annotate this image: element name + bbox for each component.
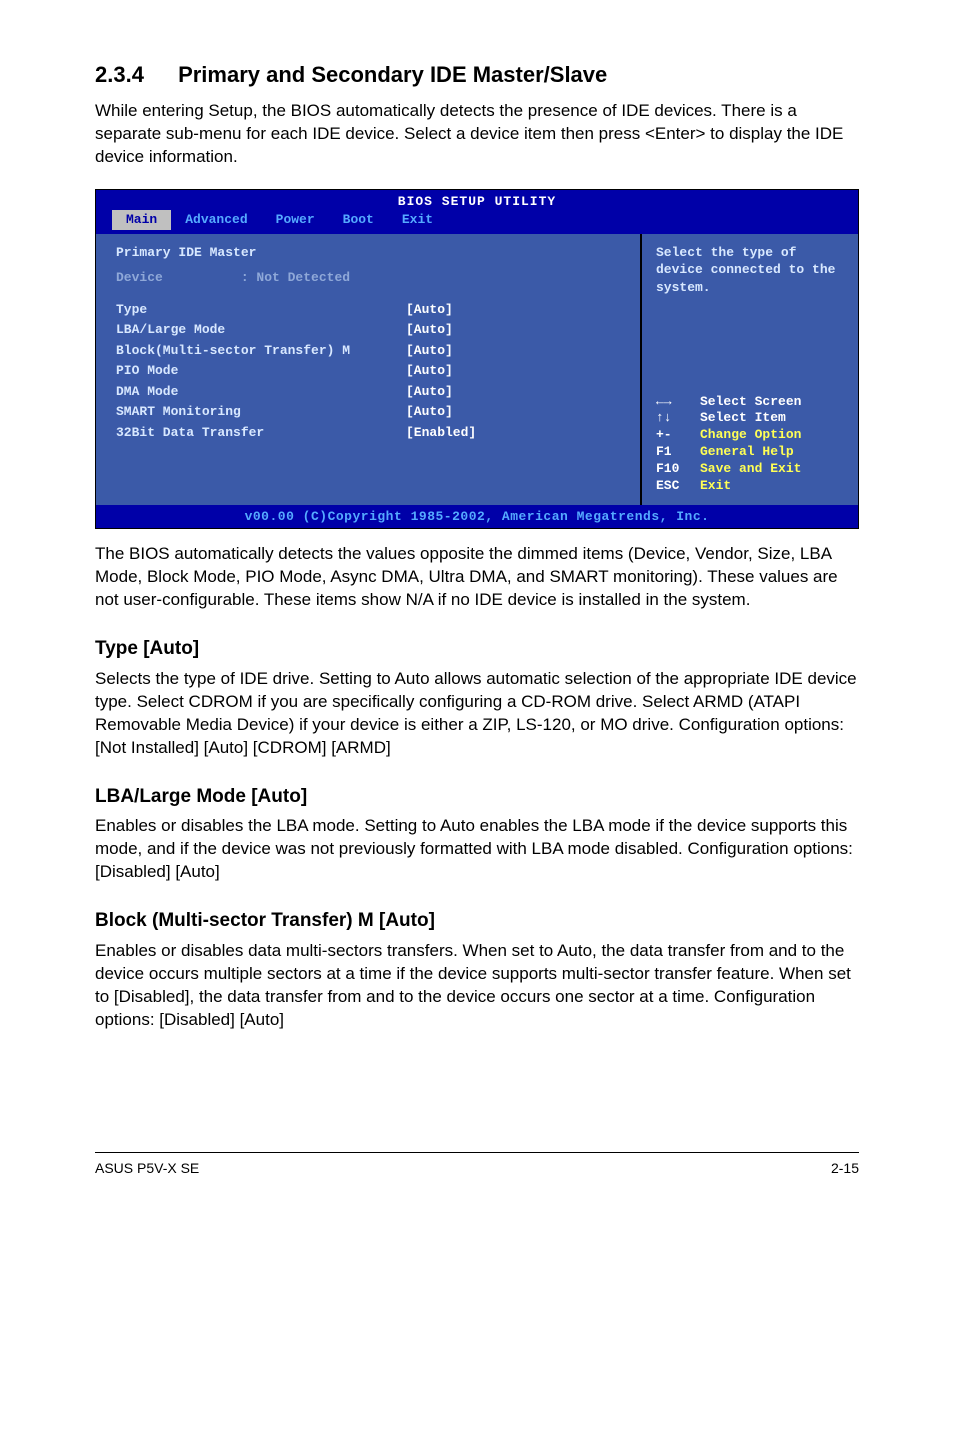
bios-key-row: F10Save and Exit [656,461,848,478]
bios-key-row: ↑↓Select Item [656,410,848,427]
bios-option-row[interactable]: 32Bit Data Transfer [Enabled] [116,424,624,442]
bios-tab-main[interactable]: Main [112,210,171,230]
subsection-heading: Type [Auto] [95,636,859,662]
bios-device-label: Device [116,270,163,285]
bios-tab-power[interactable]: Power [262,210,329,230]
bios-option-label: Type [116,301,406,319]
bios-option-row[interactable]: PIO Mode [Auto] [116,362,624,380]
bios-option-value: [Auto] [406,362,453,380]
bios-option-label: SMART Monitoring [116,403,406,421]
bios-key-row: ESCExit [656,478,848,495]
section-number: 2.3.4 [95,60,144,90]
key-icon: ↑↓ [656,410,700,427]
bios-option-label: DMA Mode [116,383,406,401]
key-desc: Change Option [700,427,801,444]
bios-left-pane: Primary IDE Master Device : Not Detected… [96,234,640,505]
bios-option-label: Block(Multi-sector Transfer) M [116,342,406,360]
bios-help-pane: Select the type of device connected to t… [640,234,858,505]
key-desc: General Help [700,444,794,461]
bios-key-row: F1General Help [656,444,848,461]
bios-title: BIOS SETUP UTILITY [96,190,858,211]
post-bios-paragraph: The BIOS automatically detects the value… [95,543,859,612]
bios-screenshot: BIOS SETUP UTILITY Main Advanced Power B… [95,189,859,530]
key-desc: Select Item [700,410,786,427]
bios-tab-boot[interactable]: Boot [329,210,388,230]
footer-right: 2-15 [831,1159,859,1178]
bios-option-row[interactable]: SMART Monitoring [Auto] [116,403,624,421]
key-icon: +- [656,427,700,444]
bios-option-row[interactable]: Type [Auto] [116,301,624,319]
bios-option-row[interactable]: LBA/Large Mode [Auto] [116,321,624,339]
bios-option-value: [Auto] [406,342,453,360]
section-title: Primary and Secondary IDE Master/Slave [178,62,607,87]
bios-tab-bar: Main Advanced Power Boot Exit [96,210,858,234]
intro-paragraph: While entering Setup, the BIOS automatic… [95,100,859,169]
bios-copyright-footer: v00.00 (C)Copyright 1985-2002, American … [96,505,858,529]
bios-key-row: +-Change Option [656,427,848,444]
bios-key-legend: ←→Select Screen ↑↓Select Item +-Change O… [656,394,848,495]
bios-option-label: 32Bit Data Transfer [116,424,406,442]
footer-left: ASUS P5V-X SE [95,1159,199,1178]
key-desc: Select Screen [700,394,801,411]
bios-option-value: [Auto] [406,301,453,319]
bios-device-row: Device : Not Detected [116,269,624,287]
bios-option-value: [Enabled] [406,424,476,442]
bios-option-value: [Auto] [406,383,453,401]
key-icon: F10 [656,461,700,478]
bios-option-label: LBA/Large Mode [116,321,406,339]
bios-key-row: ←→Select Screen [656,394,848,411]
page-footer: ASUS P5V-X SE 2-15 [95,1152,859,1178]
bios-option-row[interactable]: Block(Multi-sector Transfer) M [Auto] [116,342,624,360]
bios-help-text: Select the type of device connected to t… [656,244,848,394]
key-icon: F1 [656,444,700,461]
section-heading: 2.3.4 Primary and Secondary IDE Master/S… [95,60,859,90]
bios-submenu-heading: Primary IDE Master [116,244,624,262]
subsection-body: Selects the type of IDE drive. Setting t… [95,668,859,760]
subsection-heading: Block (Multi-sector Transfer) M [Auto] [95,908,859,934]
bios-option-value: [Auto] [406,321,453,339]
key-icon: ←→ [656,394,700,411]
bios-option-value: [Auto] [406,403,453,421]
subsection-heading: LBA/Large Mode [Auto] [95,784,859,810]
bios-option-label: PIO Mode [116,362,406,380]
subsection-body: Enables or disables data multi-sectors t… [95,940,859,1032]
bios-device-value: : Not Detected [241,270,350,285]
key-desc: Save and Exit [700,461,801,478]
key-icon: ESC [656,478,700,495]
key-desc: Exit [700,478,731,495]
bios-body: Primary IDE Master Device : Not Detected… [96,234,858,505]
bios-tab-exit[interactable]: Exit [388,210,447,230]
subsection-body: Enables or disables the LBA mode. Settin… [95,815,859,884]
bios-tab-advanced[interactable]: Advanced [171,210,261,230]
bios-option-row[interactable]: DMA Mode [Auto] [116,383,624,401]
